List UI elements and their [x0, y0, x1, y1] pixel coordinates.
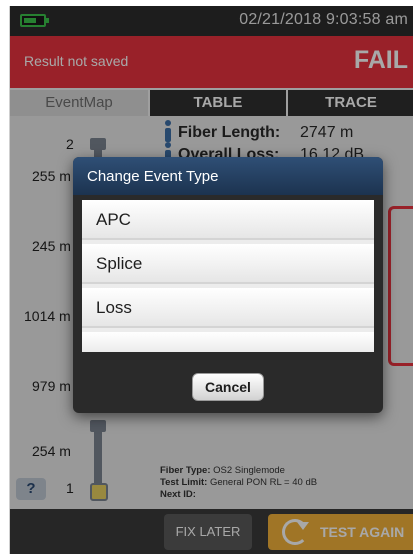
event-type-list: APC Splice Loss [82, 200, 374, 352]
dialog-title: Change Event Type [87, 168, 219, 185]
option-loss[interactable]: Loss [82, 288, 374, 328]
option-apc[interactable]: APC [82, 200, 374, 240]
option-splice[interactable]: Splice [82, 244, 374, 284]
cancel-button[interactable]: Cancel [192, 373, 264, 401]
list-more-items[interactable] [82, 332, 374, 352]
dialog-titlebar: Change Event Type [73, 157, 383, 195]
change-event-type-dialog: Change Event Type APC Splice Loss Cancel [73, 157, 383, 413]
